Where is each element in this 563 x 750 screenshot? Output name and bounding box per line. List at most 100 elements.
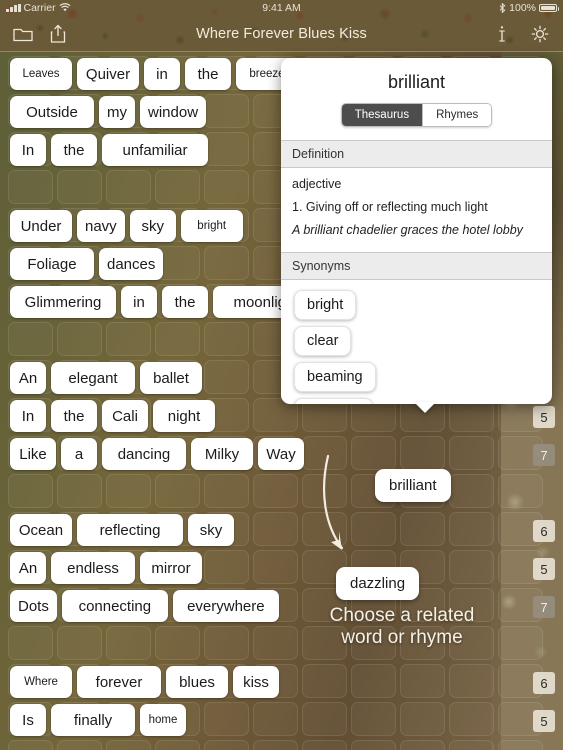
word-tile[interactable]: An bbox=[10, 552, 46, 584]
grid-cell[interactable] bbox=[155, 740, 200, 750]
info-icon[interactable] bbox=[491, 23, 513, 45]
line-row[interactable]: Foliage dances bbox=[10, 248, 164, 280]
word-tile[interactable]: window bbox=[140, 96, 207, 128]
word-tile[interactable]: reflecting bbox=[77, 514, 183, 546]
grid-cell[interactable] bbox=[498, 626, 543, 660]
selected-word-chip[interactable]: brilliant bbox=[375, 469, 451, 502]
grid-cell[interactable] bbox=[400, 702, 445, 736]
grid-cell[interactable] bbox=[302, 512, 347, 546]
word-tile[interactable]: navy bbox=[77, 210, 125, 242]
grid-cell[interactable] bbox=[155, 170, 200, 204]
line-row[interactable]: Leaves Quiver in the breeze bbox=[10, 58, 298, 90]
word-tile[interactable]: Dots bbox=[10, 590, 57, 622]
grid-cell[interactable] bbox=[204, 246, 249, 280]
grid-cell[interactable] bbox=[57, 474, 102, 508]
grid-cell[interactable] bbox=[204, 474, 249, 508]
word-tile[interactable]: Leaves bbox=[10, 58, 72, 90]
word-tile[interactable]: Like bbox=[10, 438, 56, 470]
word-tile[interactable]: Where bbox=[10, 666, 72, 698]
grid-cell[interactable] bbox=[204, 132, 249, 166]
word-tile[interactable]: An bbox=[10, 362, 46, 394]
grid-cell[interactable] bbox=[106, 322, 151, 356]
word-tile[interactable]: finally bbox=[51, 704, 135, 736]
grid-cell[interactable] bbox=[106, 474, 151, 508]
line-row[interactable]: Outside my window bbox=[10, 96, 207, 128]
grid-cell[interactable] bbox=[302, 702, 347, 736]
word-tile[interactable]: home bbox=[140, 704, 186, 736]
grid-cell[interactable] bbox=[498, 740, 543, 750]
synonyms-list[interactable]: bright clear beaming dazzling bbox=[281, 280, 552, 404]
grid-cell[interactable] bbox=[8, 626, 53, 660]
word-tile[interactable]: connecting bbox=[61, 590, 168, 622]
grid-cell[interactable] bbox=[204, 360, 249, 394]
word-tile[interactable]: Under bbox=[10, 210, 72, 242]
word-tile[interactable]: the bbox=[162, 286, 208, 318]
line-row[interactable]: Ocean reflecting sky bbox=[10, 514, 234, 546]
synonym-chip[interactable]: clear bbox=[294, 326, 352, 356]
share-icon[interactable] bbox=[47, 23, 69, 45]
grid-cell[interactable] bbox=[57, 740, 102, 750]
grid-cell[interactable] bbox=[498, 474, 543, 508]
word-tile[interactable]: mirror bbox=[140, 552, 202, 584]
word-tile[interactable]: kiss bbox=[233, 666, 279, 698]
mode-segmented-control[interactable]: Thesaurus Rhymes bbox=[340, 103, 493, 127]
grid-cell[interactable] bbox=[400, 664, 445, 698]
word-tile[interactable]: In bbox=[10, 400, 46, 432]
word-tile[interactable]: a bbox=[61, 438, 97, 470]
grid-cell[interactable] bbox=[449, 702, 494, 736]
synonym-chip[interactable]: bright bbox=[294, 290, 357, 320]
grid-cell[interactable] bbox=[400, 740, 445, 750]
grid-cell[interactable] bbox=[449, 436, 494, 470]
grid-cell[interactable] bbox=[253, 702, 298, 736]
grid-cell[interactable] bbox=[204, 322, 249, 356]
grid-cell[interactable] bbox=[351, 512, 396, 546]
thesaurus-popover[interactable]: brilliant Thesaurus Rhymes Definition adj… bbox=[281, 58, 552, 404]
grid-cell[interactable] bbox=[351, 436, 396, 470]
grid-cell[interactable] bbox=[400, 436, 445, 470]
word-tile[interactable]: in bbox=[144, 58, 180, 90]
replacement-word-chip[interactable]: dazzling bbox=[336, 567, 420, 600]
line-row[interactable]: Dots connecting everywhere bbox=[10, 590, 279, 622]
grid-cell[interactable] bbox=[253, 626, 298, 660]
line-row[interactable]: An elegant ballet bbox=[10, 362, 202, 394]
word-tile[interactable]: endless bbox=[51, 552, 135, 584]
word-tile[interactable]: unfamiliar bbox=[102, 134, 208, 166]
word-tile[interactable]: my bbox=[99, 96, 135, 128]
grid-cell[interactable] bbox=[302, 740, 347, 750]
grid-cell[interactable] bbox=[204, 94, 249, 128]
grid-cell[interactable] bbox=[57, 170, 102, 204]
word-tile[interactable]: bright bbox=[180, 210, 243, 242]
word-tile[interactable]: elegant bbox=[51, 362, 135, 394]
line-row[interactable]: Where forever blues kiss bbox=[10, 666, 279, 698]
word-tile[interactable]: ballet bbox=[140, 362, 202, 394]
grid-cell[interactable] bbox=[204, 550, 249, 584]
grid-cell[interactable] bbox=[155, 322, 200, 356]
grid-cell[interactable] bbox=[155, 474, 200, 508]
grid-cell[interactable] bbox=[400, 512, 445, 546]
word-tile[interactable]: Milky bbox=[191, 438, 253, 470]
grid-cell[interactable] bbox=[253, 550, 298, 584]
grid-cell[interactable] bbox=[253, 474, 298, 508]
word-tile[interactable]: Cali bbox=[102, 400, 148, 432]
grid-cell[interactable] bbox=[449, 664, 494, 698]
word-tile[interactable]: sky bbox=[129, 210, 176, 242]
grid-cell[interactable] bbox=[449, 740, 494, 750]
grid-cell[interactable] bbox=[106, 626, 151, 660]
line-row[interactable]: Like a dancing Milky Way bbox=[10, 438, 304, 470]
folder-icon[interactable] bbox=[12, 23, 34, 45]
grid-cell[interactable] bbox=[351, 702, 396, 736]
grid-cell[interactable] bbox=[302, 664, 347, 698]
grid-cell[interactable] bbox=[106, 740, 151, 750]
line-row[interactable]: Is finally home bbox=[10, 704, 186, 736]
synonym-chip[interactable]: beaming bbox=[294, 362, 376, 392]
word-tile[interactable]: the bbox=[51, 400, 97, 432]
word-tile[interactable]: Ocean bbox=[10, 514, 72, 546]
grid-cell[interactable] bbox=[204, 626, 249, 660]
grid-cell[interactable] bbox=[351, 664, 396, 698]
word-tile[interactable]: Foliage bbox=[10, 248, 94, 280]
segment-rhymes[interactable]: Rhymes bbox=[422, 104, 492, 126]
word-tile[interactable]: Glimmering bbox=[10, 286, 116, 318]
grid-cell[interactable] bbox=[302, 474, 347, 508]
word-tile[interactable]: In bbox=[10, 134, 46, 166]
word-tile[interactable]: dancing bbox=[102, 438, 186, 470]
